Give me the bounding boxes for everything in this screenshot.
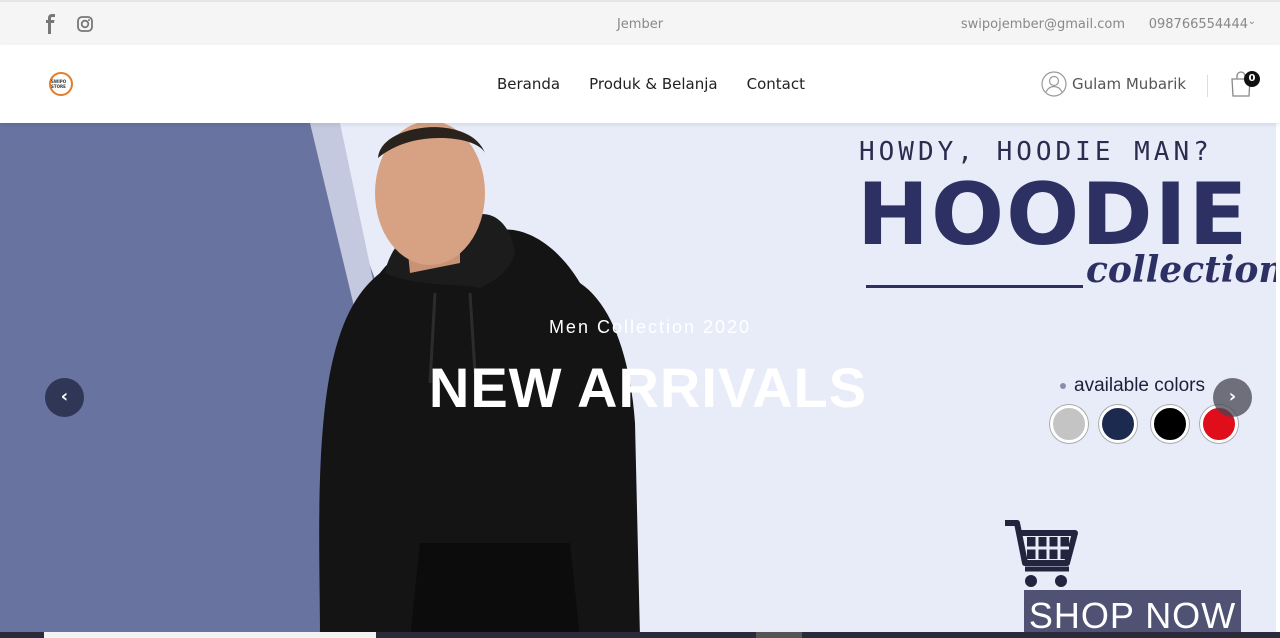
color-swatch-navy: [1099, 405, 1137, 443]
phone-dropdown[interactable]: 098766554444: [1149, 17, 1248, 32]
chevron-down-icon[interactable]: ⌄: [1248, 16, 1256, 27]
slider-next-button[interactable]: ›: [1213, 378, 1252, 417]
top-bar: Jember swipojember@gmail.com 09876655444…: [0, 0, 1280, 45]
user-account[interactable]: Gulam Mubarik: [1041, 71, 1186, 97]
shopping-cart-icon: [1005, 520, 1078, 587]
nav-item-produk-belanja[interactable]: Produk & Belanja: [589, 75, 718, 93]
nav-item-beranda[interactable]: Beranda: [497, 75, 560, 93]
available-colors-label: available colors: [1060, 375, 1205, 397]
email-link[interactable]: swipojember@gmail.com: [961, 17, 1125, 32]
slider-prev-button[interactable]: ‹: [45, 378, 84, 417]
header-divider: [1207, 75, 1208, 97]
hero-sub-headline: collection: [1086, 249, 1276, 291]
hero-tagline: HOWDY, HOODIE MAN?: [859, 137, 1213, 167]
bottom-bar-segment: [44, 632, 376, 638]
cart-count-badge: 0: [1244, 71, 1260, 87]
nav-item-contact[interactable]: Contact: [747, 75, 805, 93]
color-swatch-black: [1151, 405, 1189, 443]
bullet-dot: [1060, 382, 1066, 389]
available-colors-text: available colors: [1074, 375, 1205, 396]
collection-underline: [866, 285, 1083, 288]
hero-slider: HOWDY, HOODIE MAN? HOODIE collection Men…: [0, 123, 1276, 638]
shop-now-button[interactable]: SHOP NOW: [1024, 590, 1241, 638]
user-name: Gulam Mubarik: [1072, 75, 1187, 93]
user-icon: [1041, 71, 1067, 97]
main-header: SWIPO STORE Beranda Produk & Belanja Con…: [0, 45, 1280, 123]
main-nav: Beranda Produk & Belanja Contact: [497, 75, 805, 93]
bottom-bar: [0, 632, 1280, 638]
color-swatch-grey: [1050, 405, 1088, 443]
logo-text: SWIPO STORE: [51, 79, 67, 89]
slide-subtitle: Men Collection 2020: [548, 317, 752, 337]
bottom-bar-segment: [756, 632, 802, 638]
store-logo[interactable]: SWIPO STORE: [49, 72, 73, 96]
